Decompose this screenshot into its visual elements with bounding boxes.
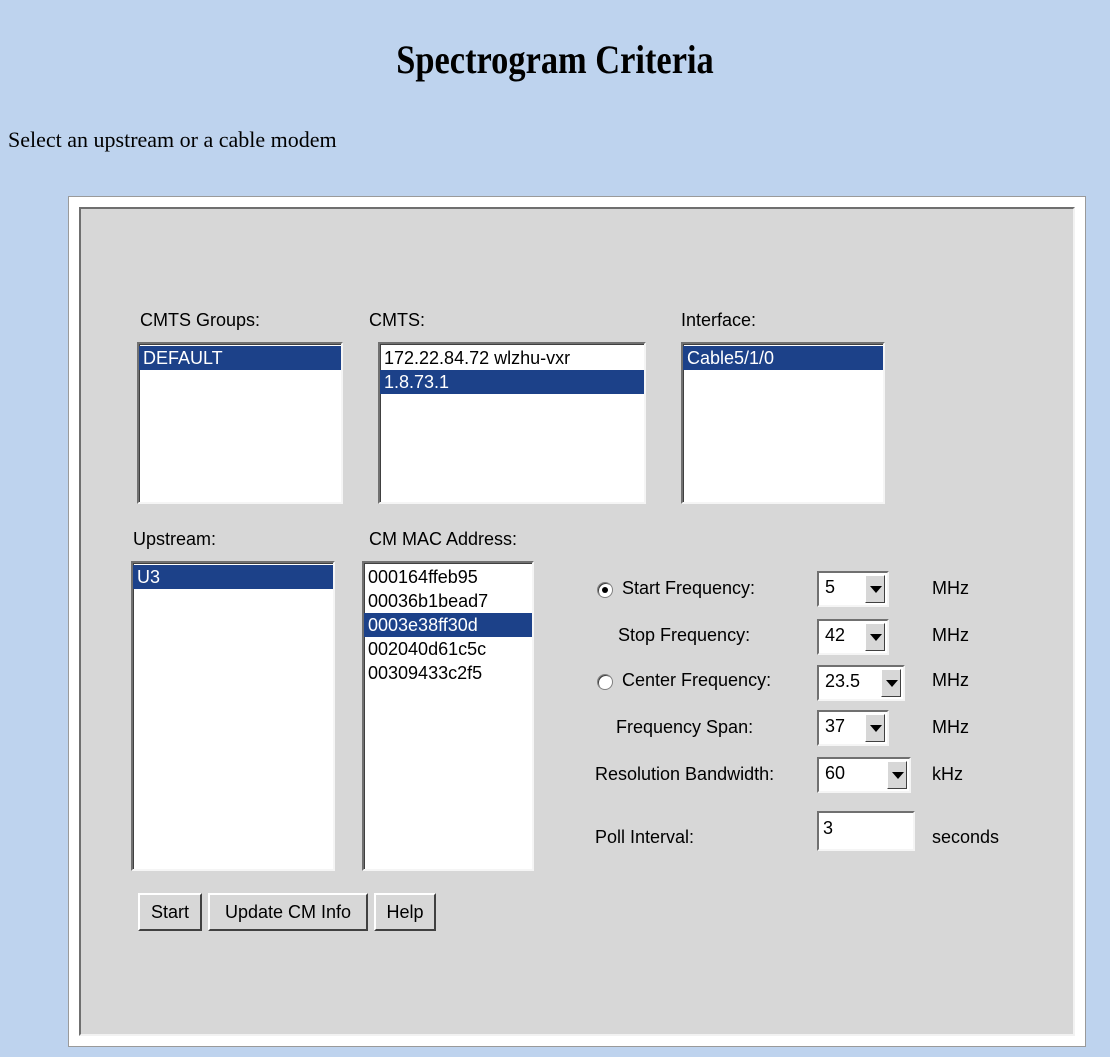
frequency-span-unit: MHz xyxy=(932,717,969,737)
list-item[interactable]: Cable5/1/0 xyxy=(683,346,883,370)
resolution-bandwidth-select[interactable]: 60 xyxy=(817,757,911,793)
start-frequency-label: Start Frequency: xyxy=(622,578,756,598)
start-frequency-select[interactable]: 5 xyxy=(817,571,889,607)
cm-mac-list[interactable]: 000164ffeb95 00036b1bead7 0003e38ff30d 0020… xyxy=(362,561,534,871)
poll-interval-value: 3 xyxy=(823,818,834,838)
poll-interval-unit: seconds xyxy=(932,827,1000,847)
chevron-down-icon[interactable] xyxy=(865,714,885,742)
list-item[interactable]: 00309433c2f5 xyxy=(364,661,532,685)
center-frequency-select[interactable]: 23.5 xyxy=(817,665,905,701)
resolution-bandwidth-value: 60 xyxy=(825,763,846,783)
cmts-list[interactable]: 172.22.84.72 wlzhu-vxr 1.8.73.1 xyxy=(378,342,646,504)
cmts-groups-label: CMTS Groups: xyxy=(140,310,261,330)
list-item[interactable]: 00036b1bead7 xyxy=(364,589,532,613)
stop-frequency-unit: MHz xyxy=(932,625,969,645)
center-frequency-radio[interactable] xyxy=(597,674,613,690)
frequency-span-value: 37 xyxy=(825,716,846,736)
resolution-bandwidth-unit: kHz xyxy=(932,764,963,784)
chevron-down-icon[interactable] xyxy=(865,623,885,651)
frequency-span-label: Frequency Span: xyxy=(616,717,754,737)
start-frequency-radio[interactable] xyxy=(597,582,613,598)
list-item[interactable]: DEFAULT xyxy=(139,346,341,370)
list-item[interactable]: 1.8.73.1 xyxy=(380,370,644,394)
list-item[interactable]: 172.22.84.72 wlzhu-vxr xyxy=(380,346,644,370)
list-item[interactable]: U3 xyxy=(133,565,333,589)
poll-interval-label: Poll Interval: xyxy=(595,827,695,847)
resolution-bandwidth-label: Resolution Bandwidth: xyxy=(595,764,775,784)
poll-interval-input[interactable]: 3 xyxy=(817,811,915,851)
start-frequency-unit: MHz xyxy=(932,578,969,598)
frequency-span-select[interactable]: 37 xyxy=(817,710,889,746)
chevron-down-icon[interactable] xyxy=(881,669,901,697)
center-frequency-label: Center Frequency: xyxy=(622,670,772,690)
cmts-label: CMTS: xyxy=(369,310,425,330)
cm-mac-label: CM MAC Address: xyxy=(369,529,518,549)
update-cm-info-button[interactable]: Update CM Info xyxy=(208,893,368,931)
interface-list[interactable]: Cable5/1/0 xyxy=(681,342,885,504)
stop-frequency-select[interactable]: 42 xyxy=(817,619,889,655)
stop-frequency-value: 42 xyxy=(825,625,846,645)
list-item[interactable]: 0003e38ff30d xyxy=(364,613,532,637)
list-item[interactable]: 000164ffeb95 xyxy=(364,565,532,589)
upstream-list[interactable]: U3 xyxy=(131,561,335,871)
center-frequency-unit: MHz xyxy=(932,670,969,690)
start-frequency-value: 5 xyxy=(825,577,836,597)
chevron-down-icon[interactable] xyxy=(865,575,885,603)
cmts-groups-list[interactable]: DEFAULT xyxy=(137,342,343,504)
interface-label: Interface: xyxy=(681,310,757,330)
criteria-panel: CMTS Groups: CMTS: Interface: DEFAULT 17… xyxy=(79,207,1075,1036)
instructions-text: Select an upstream or a cable modem xyxy=(8,127,337,152)
chevron-down-icon[interactable] xyxy=(887,761,907,789)
help-button[interactable]: Help xyxy=(374,893,436,931)
center-frequency-value: 23.5 xyxy=(825,671,861,691)
list-item[interactable]: 002040d61c5c xyxy=(364,637,532,661)
page-title: Spectrogram Criteria xyxy=(396,37,714,82)
start-button[interactable]: Start xyxy=(138,893,202,931)
stop-frequency-label: Stop Frequency: xyxy=(618,625,751,645)
upstream-label: Upstream: xyxy=(133,529,217,549)
